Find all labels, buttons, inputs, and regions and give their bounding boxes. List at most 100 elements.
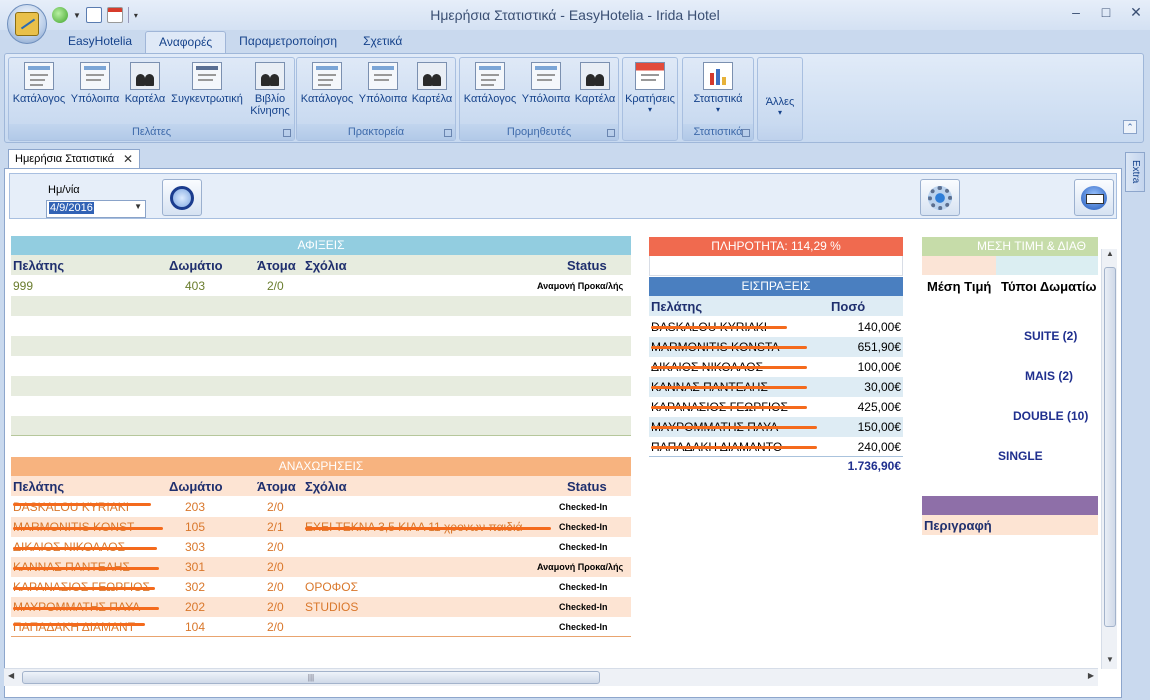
- statistics-button[interactable]: Στατιστικά ▾: [685, 62, 751, 114]
- table-row[interactable]: ΚΑΡΑΝΑΣΙΟΣ ΓΕΩΡΓΙΟΣ 302 2/0 ΟΡΟΦΟΣ Check…: [11, 577, 631, 597]
- cell-status: Checked-In: [559, 582, 608, 592]
- table-row[interactable]: ΚΑΝΝΑΣ ΠΑΝΤΕΛΗΣ 30,00€: [649, 377, 903, 397]
- search-button[interactable]: [162, 179, 202, 216]
- filter-bar: Ημ/νία 4/9/2016 ▼: [9, 173, 1117, 219]
- redaction-mark: [305, 527, 551, 530]
- redaction-mark: [13, 587, 155, 590]
- agencies-card-button[interactable]: Καρτέλα: [410, 62, 454, 105]
- scroll-down-icon[interactable]: ▼: [1102, 655, 1118, 669]
- cell-room: 403: [185, 279, 206, 293]
- minimize-icon[interactable]: –: [1068, 4, 1084, 20]
- table-row[interactable]: ΔΙΚΑΙΟΣ ΝΙΚΟΛΑΟΣ 303 2/0 Checked-In: [11, 537, 631, 557]
- maximize-icon[interactable]: □: [1098, 4, 1114, 20]
- col-room-types: Τύποι Δωματίω: [1001, 279, 1097, 294]
- application-menu-button[interactable]: [7, 4, 47, 44]
- scroll-up-icon[interactable]: ▲: [1102, 249, 1118, 263]
- arrivals-header: ΑΦΙΞΕΙΣ: [11, 236, 631, 255]
- col-people: Άτομα: [257, 479, 296, 494]
- table-row[interactable]: ΜΑΥΡΟΜΜΑΤΗΣ ΠΑΥΛ 202 2/0 STUDIOS Checked…: [11, 597, 631, 617]
- print-button[interactable]: [1074, 179, 1114, 216]
- clients-movement-book-button[interactable]: Βιβλίο Κίνησης: [247, 62, 293, 117]
- agencies-catalog-button[interactable]: Κατάλογος: [299, 62, 355, 105]
- settings-button[interactable]: [920, 179, 960, 216]
- close-tab-icon[interactable]: ✕: [123, 152, 133, 166]
- dialog-launcher-icon[interactable]: [742, 129, 750, 137]
- button-label: Κατάλογος: [463, 93, 517, 105]
- collapse-ribbon-icon[interactable]: ⌃: [1123, 120, 1137, 134]
- cell-people: 2/0: [267, 500, 284, 514]
- table-row[interactable]: MARMONITIS KONST 105 2/1 ΕΧΕΙ ΤΕΚΝΑ 3,5 …: [11, 517, 631, 537]
- extra-side-tab[interactable]: Extra: [1125, 152, 1145, 192]
- catalog-icon: [312, 62, 342, 90]
- redaction-mark: [651, 326, 787, 329]
- suppliers-catalog-button[interactable]: Κατάλογος: [462, 62, 518, 105]
- scroll-thumb[interactable]: |||: [22, 671, 600, 684]
- catalog-icon: [24, 62, 54, 90]
- table-row[interactable]: ΠΑΠΑΔΑΚΗ ΔΙΑΜΑΝΤ 104 2/0 Checked-In: [11, 617, 631, 637]
- table-row[interactable]: ΔΙΚΑΙΟΣ ΝΙΚΟΛΑΟΣ 100,00€: [649, 357, 903, 377]
- col-room: Δωμάτιο: [169, 258, 223, 273]
- departures-column-headers: Πελάτης Δωμάτιο Άτομα Σχόλια Status: [11, 476, 631, 496]
- title-bar: ▼ ▾ Ημερήσια Στατιστικά - EasyHotelia - …: [0, 0, 1150, 30]
- col-client: Πελάτης: [651, 299, 703, 314]
- tab-about[interactable]: Σχετικά: [350, 31, 415, 53]
- clients-balances-button[interactable]: Υπόλοιπα: [69, 62, 121, 105]
- tab-reports[interactable]: Αναφορές: [145, 31, 227, 53]
- scroll-thumb[interactable]: [1104, 267, 1116, 627]
- cell-people: 2/0: [267, 279, 284, 293]
- horizontal-scrollbar[interactable]: ◀ ||| ▶: [4, 668, 1098, 686]
- redaction-mark: [13, 547, 157, 550]
- table-row-empty: [11, 336, 631, 356]
- cell-status: Αναμονή Προκα/λής: [537, 562, 624, 572]
- cell-status: Checked-In: [559, 502, 608, 512]
- reservations-button[interactable]: Κρατήσεις ▾: [624, 62, 676, 114]
- cell-amount: 150,00€: [857, 420, 901, 434]
- scroll-right-icon[interactable]: ▶: [1088, 671, 1094, 680]
- chevron-down-icon[interactable]: ▼: [134, 202, 142, 211]
- arrivals-column-headers: Πελάτης Δωμάτιο Άτομα Σχόλια Status: [11, 255, 631, 275]
- clients-card-button[interactable]: Καρτέλα: [122, 62, 168, 105]
- suppliers-balances-button[interactable]: Υπόλοιπα: [520, 62, 572, 105]
- chevron-down-icon: ▾: [647, 105, 652, 114]
- agencies-balances-button[interactable]: Υπόλοιπα: [357, 62, 409, 105]
- table-row[interactable]: ΚΑΡΑΝΑΣΙΟΣ ΓΕΩΡΓΙΟΣ 425,00€: [649, 397, 903, 417]
- col-people: Άτομα: [257, 258, 296, 273]
- group-statistics: Στατιστικά ▾ Στατιστικά: [682, 57, 754, 141]
- room-type-item: SUITE (2): [1024, 329, 1078, 343]
- catalog-icon: [475, 62, 505, 90]
- dialog-launcher-icon[interactable]: [607, 129, 615, 137]
- dialog-launcher-icon[interactable]: [283, 129, 291, 137]
- table-row[interactable]: MARMONITIS KONSTA 651,90€: [649, 337, 903, 357]
- table-row[interactable]: ΠΑΠΑΔΑΚΗ ΔΙΑΜΑΝΤΟ 240,00€: [649, 437, 903, 457]
- redaction-mark: [13, 503, 151, 506]
- table-row[interactable]: ΚΑΝΝΑΣ ΠΑΝΤΕΛΗΣ 301 2/0 Αναμονή Προκα/λή…: [11, 557, 631, 577]
- clients-summary-button[interactable]: Συγκεντρωτική: [169, 62, 245, 105]
- cell-people: 2/0: [267, 600, 284, 614]
- scroll-left-icon[interactable]: ◀: [8, 671, 14, 680]
- movement-book-icon: [255, 62, 285, 90]
- description-label: Περιγραφή: [922, 515, 1098, 535]
- dialog-launcher-icon[interactable]: [444, 129, 452, 137]
- col-client: Πελάτης: [13, 258, 65, 273]
- table-row[interactable]: DASKALOU KYRIAKI 203 2/0 Checked-In: [11, 497, 631, 517]
- cell-room: 303: [185, 540, 206, 554]
- room-type-item: MAIS (2): [1025, 369, 1073, 383]
- button-label: Υπόλοιπα: [70, 93, 120, 105]
- table-row-empty: [11, 296, 631, 316]
- col-comments: Σχόλια: [305, 258, 347, 273]
- document-tab[interactable]: Ημερήσια Στατιστικά ✕: [8, 149, 140, 169]
- redaction-mark: [651, 426, 817, 429]
- close-icon[interactable]: ✕: [1128, 4, 1144, 20]
- vertical-scrollbar[interactable]: ▲ ▼: [1101, 249, 1117, 669]
- table-row[interactable]: 999 403 2/0 Αναμονή Προκα/λής: [11, 276, 631, 296]
- occupancy-body: [649, 256, 903, 276]
- tab-settings[interactable]: Παραμετροποίηση: [226, 31, 350, 53]
- table-row[interactable]: DASKALOU KYRIAKI 140,00€: [649, 317, 903, 337]
- others-button[interactable]: Άλλες ▾: [760, 96, 800, 117]
- chevron-down-icon: ▾: [715, 105, 720, 114]
- suppliers-card-button[interactable]: Καρτέλα: [573, 62, 617, 105]
- tab-easyhotelia[interactable]: EasyHotelia: [55, 31, 145, 53]
- date-picker[interactable]: 4/9/2016 ▼: [46, 200, 146, 218]
- clients-catalog-button[interactable]: Κατάλογος: [11, 62, 67, 105]
- table-row[interactable]: ΜΑΥΡΟΜΜΑΤΗΣ ΠΑΥΛ 150,00€: [649, 417, 903, 437]
